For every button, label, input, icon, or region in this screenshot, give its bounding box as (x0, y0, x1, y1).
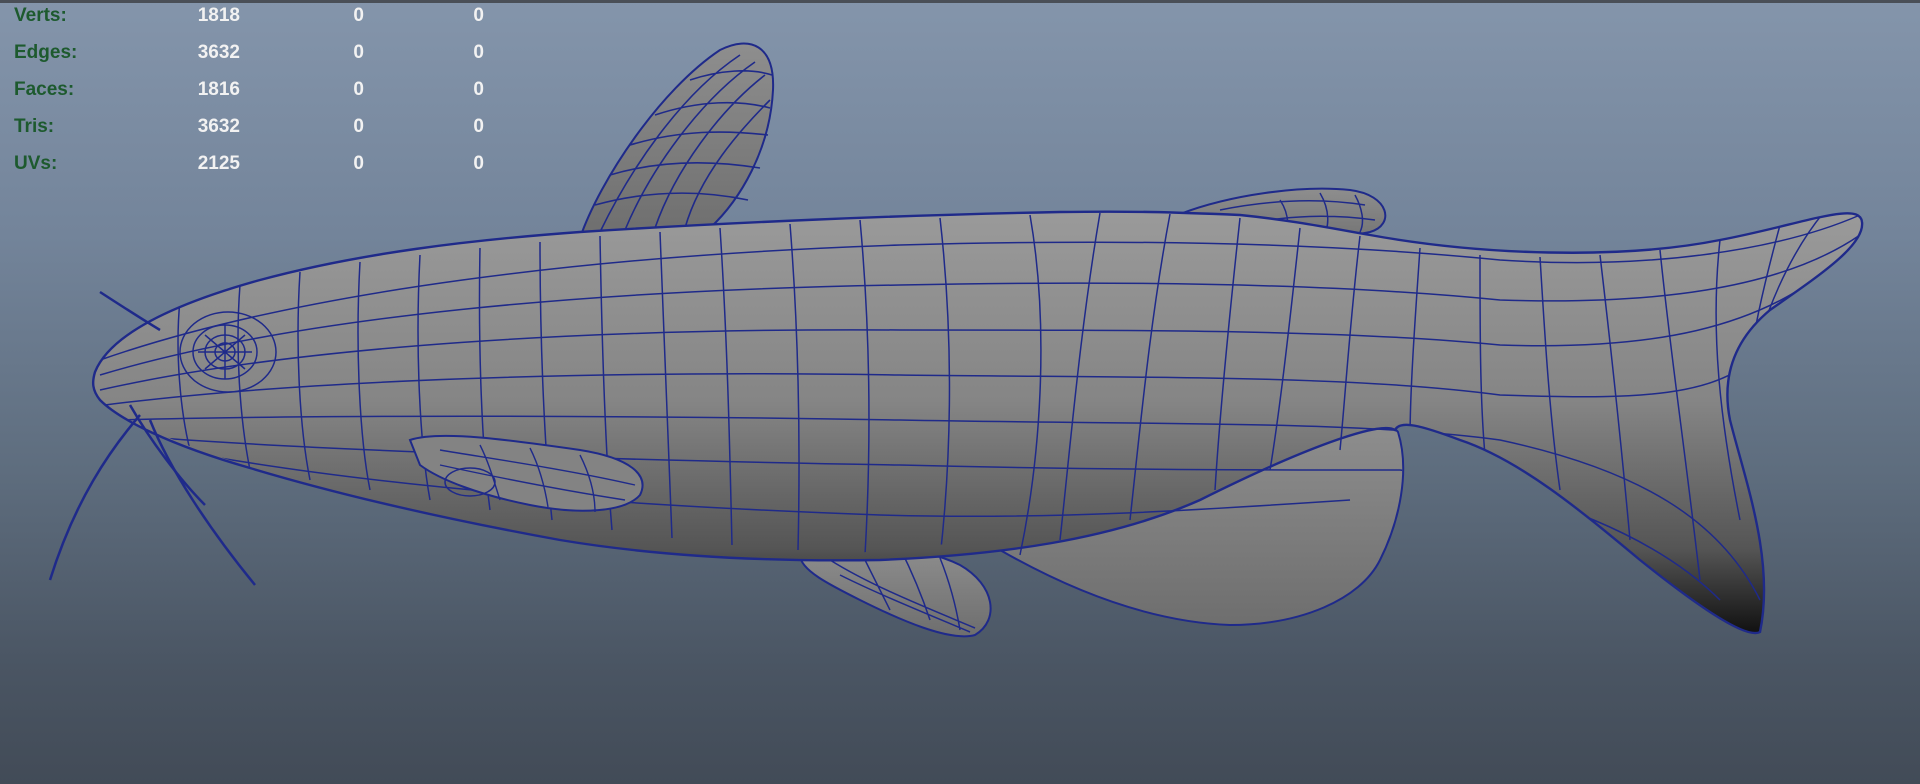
hud-other-value: 0 (473, 116, 484, 137)
3d-viewport[interactable]: Verts: 1818 0 0 Edges: 3632 0 0 Faces: 1… (0, 0, 1920, 784)
hud-total-value: 1818 (197, 5, 240, 26)
hud-selected-value: 0 (353, 153, 364, 174)
hud-total-value: 3632 (197, 116, 240, 137)
hud-other-value: 0 (473, 42, 484, 63)
catfish-body (91, 210, 1864, 635)
hud-selected-value: 0 (353, 116, 364, 137)
hud-label: UVs: (14, 153, 58, 174)
hud-other-value: 0 (473, 79, 484, 100)
hud-other-value: 0 (473, 5, 484, 26)
hud-label: Tris: (14, 116, 55, 137)
hud-label: Faces: (14, 79, 75, 100)
hud-label: Edges: (14, 42, 78, 63)
hud-total-value: 1816 (197, 79, 240, 100)
dorsal-fin (578, 42, 775, 240)
hud-label: Verts: (14, 5, 67, 26)
hud-other-value: 0 (473, 153, 484, 174)
hud-total-value: 3632 (197, 42, 240, 63)
hud-selected-value: 0 (353, 5, 364, 26)
hud-selected-value: 0 (353, 42, 364, 63)
hud-total-value: 2125 (197, 153, 240, 174)
catfish-wireframe-model[interactable] (0, 0, 1920, 784)
hud-selected-value: 0 (353, 79, 364, 100)
